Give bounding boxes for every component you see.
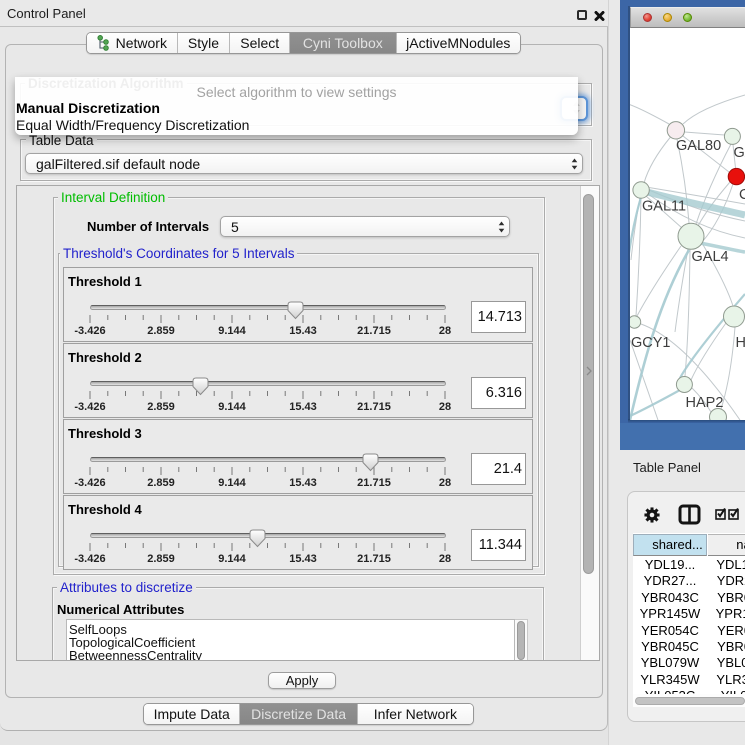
svg-text:GCY1: GCY1 <box>631 335 671 351</box>
svg-text:28: 28 <box>439 477 451 489</box>
svg-text:HAP2: HAP2 <box>686 395 724 411</box>
svg-text:GAL11: GAL11 <box>642 199 686 215</box>
svg-text:21.715: 21.715 <box>357 477 391 489</box>
svg-text:GA: GA <box>734 145 745 161</box>
svg-text:28: 28 <box>439 401 451 413</box>
svg-text:28: 28 <box>439 325 451 337</box>
svg-text:2.859: 2.859 <box>147 401 175 413</box>
svg-text:GAL80: GAL80 <box>676 138 721 154</box>
svg-text:15.43: 15.43 <box>289 553 317 565</box>
svg-text:-3.426: -3.426 <box>74 553 105 565</box>
svg-text:-3.426: -3.426 <box>74 477 105 489</box>
svg-text:GAL4: GAL4 <box>692 249 729 265</box>
svg-text:HI: HI <box>736 335 745 351</box>
svg-text:15.43: 15.43 <box>289 325 317 337</box>
svg-text:28: 28 <box>439 553 451 565</box>
svg-text:9.144: 9.144 <box>218 477 246 489</box>
svg-text:21.715: 21.715 <box>357 401 391 413</box>
svg-text:15.43: 15.43 <box>289 401 317 413</box>
svg-text:2.859: 2.859 <box>147 553 175 565</box>
svg-text:-3.426: -3.426 <box>74 401 105 413</box>
svg-text:-3.426: -3.426 <box>74 325 105 337</box>
svg-text:9.144: 9.144 <box>218 325 246 337</box>
svg-text:CY: CY <box>739 187 745 203</box>
svg-text:15.43: 15.43 <box>289 477 317 489</box>
svg-text:2.859: 2.859 <box>147 477 175 489</box>
svg-text:9.144: 9.144 <box>218 401 246 413</box>
svg-text:21.715: 21.715 <box>357 553 391 565</box>
svg-text:9.144: 9.144 <box>218 553 246 565</box>
svg-text:2.859: 2.859 <box>147 325 175 337</box>
svg-text:21.715: 21.715 <box>357 325 391 337</box>
